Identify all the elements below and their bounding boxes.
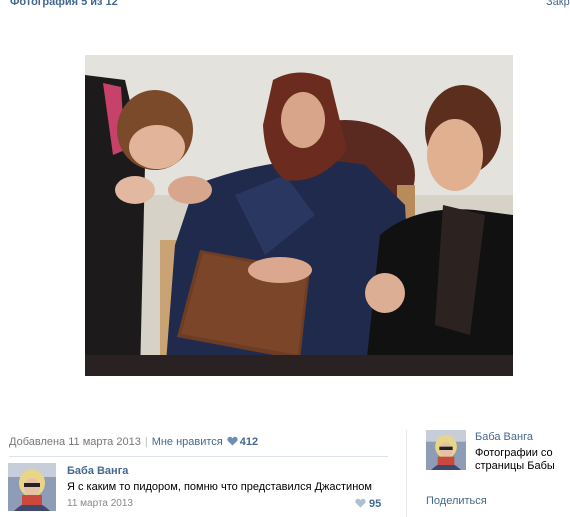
comment-date[interactable]: 11 марта 2013: [67, 498, 133, 509]
meta-separator: |: [144, 436, 148, 448]
comment-author[interactable]: Баба Ванга: [67, 465, 128, 477]
photo-image: [85, 55, 513, 376]
share-link[interactable]: Поделиться: [426, 495, 487, 507]
main-photo[interactable]: [85, 55, 513, 376]
sidebar-divider: [406, 430, 407, 517]
comment-like-count[interactable]: 95: [369, 498, 381, 510]
divider: [9, 456, 388, 457]
comment-like-button[interactable]: 95: [355, 498, 381, 510]
added-date: Добавлена 11 марта 2013: [9, 436, 141, 448]
album-description[interactable]: Фотографии со страницы Бабы: [475, 447, 570, 473]
close-link[interactable]: Закрыть: [546, 0, 570, 8]
like-count[interactable]: 412: [240, 436, 258, 448]
like-button[interactable]: Мне нравится: [152, 436, 223, 448]
owner-name[interactable]: Баба Ванга: [475, 431, 533, 443]
avatar-image: [8, 463, 56, 511]
photo-meta: Добавлена 11 марта 2013 | Мне нравится 412: [9, 436, 258, 448]
comment-avatar[interactable]: [8, 463, 56, 511]
heart-icon[interactable]: [227, 436, 238, 446]
heart-icon[interactable]: [355, 498, 366, 508]
owner-avatar-image: [426, 430, 466, 470]
owner-avatar[interactable]: [426, 430, 466, 470]
photo-counter-title: Фотография 5 из 12: [10, 0, 118, 8]
comment-text: Я с каким то пидором, помню что представ…: [67, 481, 372, 493]
